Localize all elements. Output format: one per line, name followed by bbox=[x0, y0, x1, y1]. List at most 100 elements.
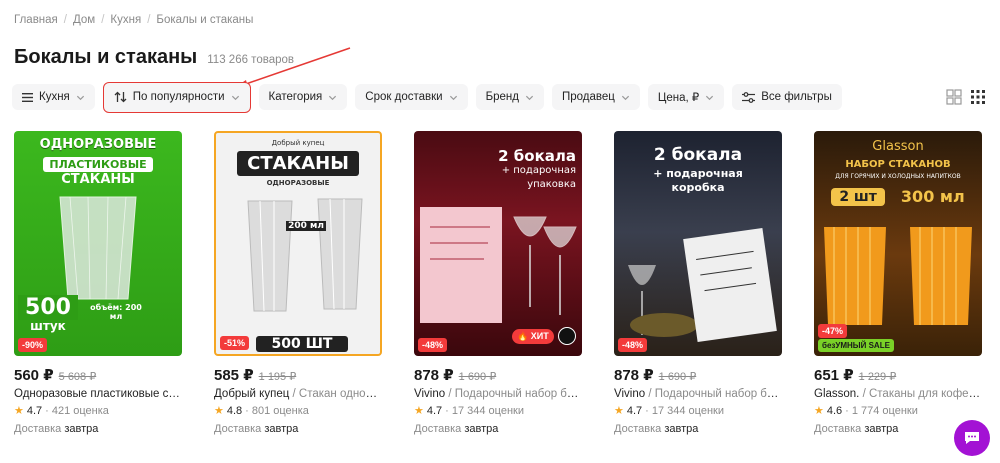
rating: ★ 4.8 · 801 оценка bbox=[214, 404, 309, 418]
delivery-info: Доставка завтра bbox=[14, 423, 99, 435]
product-card[interactable]: Glasson НАБОР СТАКАНОВ ДЛЯ ГОРЯЧИХ И ХОЛ… bbox=[814, 131, 982, 435]
price: 560 ₽ bbox=[14, 367, 54, 384]
discount-badge: -48% bbox=[418, 338, 448, 352]
product-card[interactable]: 2 бокала + подарочная коробка -48% 878 ₽… bbox=[614, 131, 782, 435]
grid-small-icon[interactable] bbox=[970, 89, 986, 105]
filter-seller[interactable]: Продавец bbox=[551, 84, 640, 110]
filter-brand-label: Бренд bbox=[485, 91, 519, 103]
chevron-down-icon bbox=[621, 95, 629, 100]
image-text: НАБОР СТАКАНОВ bbox=[845, 159, 951, 170]
old-price: 1 690 ₽ bbox=[658, 371, 697, 383]
gift-box-glasses-illustration bbox=[420, 207, 577, 323]
price-row: 585 ₽ 1 195 ₽ bbox=[214, 366, 382, 384]
chevron-down-icon bbox=[76, 95, 84, 100]
image-text: 2 бокала bbox=[653, 145, 743, 165]
discount-badge: -47% bbox=[818, 324, 848, 338]
promo-badge: безУМНЫЙ SALE bbox=[818, 339, 894, 352]
old-price: 1 229 ₽ bbox=[858, 371, 897, 383]
image-text: ПЛАСТИКОВЫЕ bbox=[14, 153, 182, 172]
filter-kitchen[interactable]: Кухня bbox=[12, 84, 95, 110]
cups-illustration bbox=[247, 198, 363, 312]
old-price: 5 608 ₽ bbox=[58, 371, 97, 383]
old-price: 1 690 ₽ bbox=[458, 371, 497, 383]
price-row: 651 ₽ 1 229 ₽ bbox=[814, 366, 982, 384]
price: 651 ₽ bbox=[814, 367, 854, 384]
breadcrumb-kitchen[interactable]: Кухня bbox=[110, 14, 141, 26]
image-text: упаковка bbox=[527, 179, 576, 190]
filter-delivery[interactable]: Срок доставки bbox=[355, 84, 468, 110]
view-toggle bbox=[946, 89, 986, 105]
delivery-info: Доставка завтра bbox=[614, 423, 699, 435]
product-name[interactable]: Vivino / Подарочный набор бокал… bbox=[414, 388, 582, 400]
sort-dropdown[interactable]: По популярности bbox=[102, 81, 251, 113]
product-image[interactable]: 2 бокала + подарочная упаковка 🔥 ХИТ -48… bbox=[414, 131, 582, 356]
image-text: Добрый купец bbox=[271, 139, 325, 147]
product-card[interactable]: Добрый купец СТАКАНЫ ОДНОРАЗОВЫЕ 200 мл … bbox=[214, 131, 382, 435]
image-pieces: 500 ШТ bbox=[256, 336, 348, 352]
chevron-down-icon bbox=[525, 95, 534, 100]
all-filters-label: Все фильтры bbox=[761, 91, 832, 103]
price: 878 ₽ bbox=[614, 367, 654, 384]
old-price: 1 195 ₽ bbox=[258, 371, 297, 383]
product-image[interactable]: 2 бокала + подарочная коробка -48% bbox=[614, 131, 782, 356]
chat-icon bbox=[965, 432, 979, 444]
delivery-info: Доставка завтра bbox=[214, 423, 299, 435]
discount-badge: -51% bbox=[220, 336, 250, 350]
image-text: СТАКАНЫ bbox=[216, 151, 380, 176]
sort-icon bbox=[114, 91, 127, 103]
page-title: Бокалы и стаканы bbox=[14, 46, 198, 68]
star-icon: ★ bbox=[614, 405, 624, 417]
chat-button[interactable] bbox=[954, 420, 990, 456]
chevron-down-icon bbox=[706, 95, 714, 100]
seller-logo-icon bbox=[558, 327, 576, 345]
title-row: Бокалы и стаканы 113 266 товаров bbox=[14, 46, 294, 69]
product-name[interactable]: Одноразовые пластиковые стака… bbox=[14, 388, 182, 400]
product-card[interactable]: 2 бокала + подарочная упаковка 🔥 ХИТ -48… bbox=[414, 131, 582, 435]
image-unit: штук bbox=[30, 319, 66, 333]
breadcrumb: Главная / Дом / Кухня / Бокалы и стаканы bbox=[14, 14, 253, 26]
price-row: 560 ₽ 5 608 ₽ bbox=[14, 366, 182, 384]
hit-badge: 🔥 ХИТ bbox=[512, 329, 554, 344]
image-text: ОДНОРАЗОВЫЕ bbox=[39, 137, 157, 152]
star-icon: ★ bbox=[214, 405, 224, 417]
breadcrumb-home[interactable]: Главная bbox=[14, 14, 58, 26]
product-grid: ОДНОРАЗОВЫЕ ПЛАСТИКОВЫЕ СТАКАНЫ 500 штук… bbox=[14, 131, 982, 435]
filter-sliders-icon bbox=[742, 91, 756, 103]
product-name[interactable]: Vivino / Подарочный набор бокал… bbox=[614, 388, 782, 400]
price: 585 ₽ bbox=[214, 367, 254, 384]
filter-brand[interactable]: Бренд bbox=[475, 84, 544, 110]
chevron-down-icon bbox=[329, 95, 337, 100]
all-filters-button[interactable]: Все фильтры bbox=[732, 84, 842, 110]
filter-category-label: Категория bbox=[268, 91, 323, 103]
filter-kitchen-label: Кухня bbox=[39, 91, 70, 103]
chevron-down-icon bbox=[449, 95, 457, 100]
product-image[interactable]: ОДНОРАЗОВЫЕ ПЛАСТИКОВЫЕ СТАКАНЫ 500 штук… bbox=[14, 131, 182, 356]
product-count: 113 266 товаров bbox=[207, 54, 294, 66]
delivery-info: Доставка завтра bbox=[414, 423, 499, 435]
star-icon: ★ bbox=[814, 405, 824, 417]
breadcrumb-home-category[interactable]: Дом bbox=[73, 14, 95, 26]
image-text: ОДНОРАЗОВЫЕ bbox=[266, 179, 330, 187]
image-text: 2 бокала bbox=[498, 147, 576, 165]
breadcrumb-separator: / bbox=[101, 14, 105, 26]
price-row: 878 ₽ 1 690 ₽ bbox=[614, 366, 782, 384]
filter-category[interactable]: Категория bbox=[258, 84, 348, 110]
price-row: 878 ₽ 1 690 ₽ bbox=[414, 366, 582, 384]
rating: ★ 4.6 · 1 774 оценки bbox=[814, 404, 918, 418]
product-name[interactable]: Добрый купец / Стакан одноразо… bbox=[214, 388, 382, 400]
image-text: + подарочная bbox=[501, 165, 576, 176]
grid-large-icon[interactable] bbox=[946, 89, 962, 105]
product-name[interactable]: Glasson. / Стаканы для кофе сока … bbox=[814, 388, 982, 400]
star-icon: ★ bbox=[14, 405, 24, 417]
product-image[interactable]: Glasson НАБОР СТАКАНОВ ДЛЯ ГОРЯЧИХ И ХОЛ… bbox=[814, 131, 982, 356]
chevron-down-icon bbox=[231, 95, 239, 100]
rating: ★ 4.7 · 17 344 оценки bbox=[414, 404, 524, 418]
star-icon: ★ bbox=[414, 405, 424, 417]
product-card[interactable]: ОДНОРАЗОВЫЕ ПЛАСТИКОВЫЕ СТАКАНЫ 500 штук… bbox=[14, 131, 182, 435]
filter-delivery-label: Срок доставки bbox=[365, 91, 443, 103]
image-text: + подарочная bbox=[653, 167, 743, 180]
product-image[interactable]: Добрый купец СТАКАНЫ ОДНОРАЗОВЫЕ 200 мл … bbox=[214, 131, 382, 356]
image-volume: 200 мл bbox=[286, 221, 326, 231]
brand-logo-text: Glasson bbox=[872, 139, 924, 154]
filter-price[interactable]: Цена, ₽ bbox=[647, 84, 725, 110]
